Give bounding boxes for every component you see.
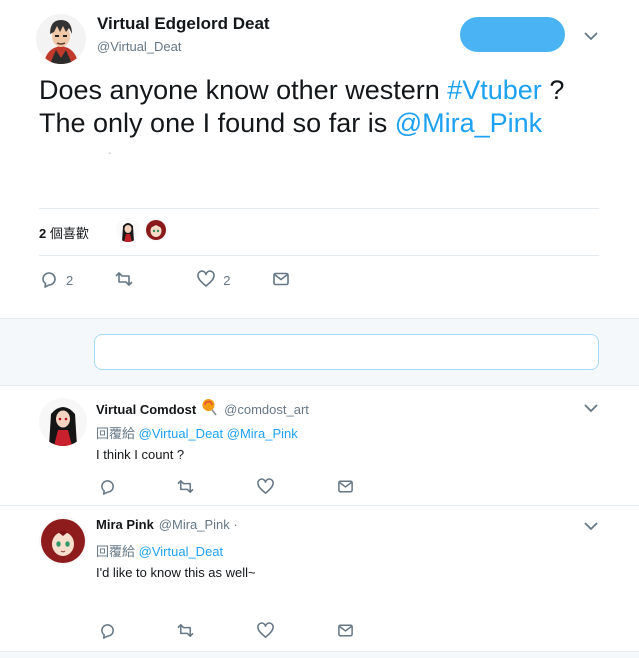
likes-summary[interactable]: 2 個喜歡	[39, 223, 89, 242]
reply-to-line: 回覆給 @Virtual_Deat	[96, 541, 223, 560]
mention-link[interactable]: @Virtual_Deat	[139, 544, 224, 559]
retweet-action[interactable]	[177, 478, 194, 498]
author-handle[interactable]: @Virtual_Deat	[97, 39, 182, 54]
dm-action[interactable]	[337, 478, 354, 498]
retweet-icon	[177, 622, 194, 642]
reply-actions	[99, 478, 354, 498]
tweet-actions: 2 2	[40, 270, 290, 291]
stray-mark: `	[108, 152, 112, 163]
retweet-action[interactable]	[177, 622, 194, 642]
divider	[0, 505, 639, 506]
tweet-text-line-1: Does anyone know other western #Vtuber ?	[39, 74, 564, 107]
reply-action[interactable]	[99, 478, 116, 498]
mention-link[interactable]: @Virtual_Deat	[139, 426, 224, 441]
reply-avatar[interactable]	[39, 517, 87, 565]
like-action[interactable]	[257, 622, 274, 642]
reply-icon	[40, 270, 58, 291]
hashtag-link[interactable]: #Vtuber	[447, 75, 542, 105]
retweet-icon	[115, 270, 133, 291]
retweet-icon	[177, 478, 194, 498]
heart-icon	[257, 622, 274, 642]
mention-link[interactable]: @Mira_Pink	[395, 108, 542, 138]
likes-label: 個喜歡	[46, 226, 89, 241]
liker-avatar[interactable]	[144, 218, 168, 242]
heart-icon	[257, 478, 274, 498]
follow-button[interactable]	[460, 17, 565, 52]
likers-avatars	[116, 218, 168, 242]
author-avatar[interactable]	[36, 14, 86, 64]
dm-action[interactable]	[337, 622, 354, 642]
author-name[interactable]: Virtual Edgelord Deat	[97, 14, 270, 34]
reply-to-prefix: 回覆給	[96, 544, 136, 559]
reply-menu-chevron-down-icon[interactable]	[581, 519, 601, 533]
like-count: 2	[223, 273, 231, 288]
reply-action[interactable]: 2	[40, 270, 73, 291]
like-action[interactable]: 2	[197, 270, 230, 291]
heart-icon	[197, 270, 216, 291]
reply-header: Mira Pink @Mira_Pink ·	[96, 517, 238, 532]
envelope-icon	[272, 270, 290, 291]
reply-input[interactable]	[94, 334, 599, 370]
reply-author-name[interactable]: Mira Pink	[96, 517, 154, 532]
bottom-divider-strip	[0, 651, 639, 658]
reply-author-handle[interactable]: @Mira_Pink ·	[159, 517, 238, 532]
retweet-action[interactable]	[115, 270, 141, 291]
divider	[39, 255, 599, 256]
reply-icon	[99, 478, 116, 498]
divider	[39, 208, 599, 209]
envelope-icon	[337, 478, 354, 498]
reply-action[interactable]	[99, 622, 116, 642]
like-action[interactable]	[257, 478, 274, 498]
reply-menu-chevron-down-icon[interactable]	[581, 401, 601, 415]
reply-to-line: 回覆給 @Virtual_Deat @Mira_Pink	[96, 423, 298, 442]
reply-actions	[99, 622, 354, 642]
reply-avatar[interactable]	[39, 398, 87, 446]
tweet-text-line-2: The only one I found so far is @Mira_Pin…	[39, 107, 564, 140]
tweet-text-part: The only one I found so far is	[39, 108, 395, 138]
reply-author-handle[interactable]: @comdost_art	[224, 402, 309, 417]
tweet-text-part: Does anyone know other western	[39, 75, 448, 105]
liker-avatar[interactable]	[116, 218, 140, 242]
tweet-menu-chevron-down-icon[interactable]	[581, 29, 601, 43]
reply-author-name[interactable]: Virtual Comdost	[96, 402, 196, 417]
tweet-text-part: ?	[541, 75, 565, 105]
reply-text: I'd like to know this as well~	[96, 565, 256, 580]
mention-link[interactable]: @Mira_Pink	[227, 426, 298, 441]
envelope-icon	[337, 622, 354, 642]
dm-action[interactable]	[272, 270, 290, 291]
reply-header: Virtual Comdost @comdost_art	[96, 398, 309, 421]
reply-text: I think I count ?	[96, 447, 185, 462]
reply-to-prefix: 回覆給	[96, 426, 136, 441]
tweet-text: Does anyone know other western #Vtuber ?…	[39, 74, 564, 140]
reply-count: 2	[66, 273, 74, 288]
reply-icon	[99, 622, 116, 642]
lollipop-icon	[201, 398, 219, 421]
